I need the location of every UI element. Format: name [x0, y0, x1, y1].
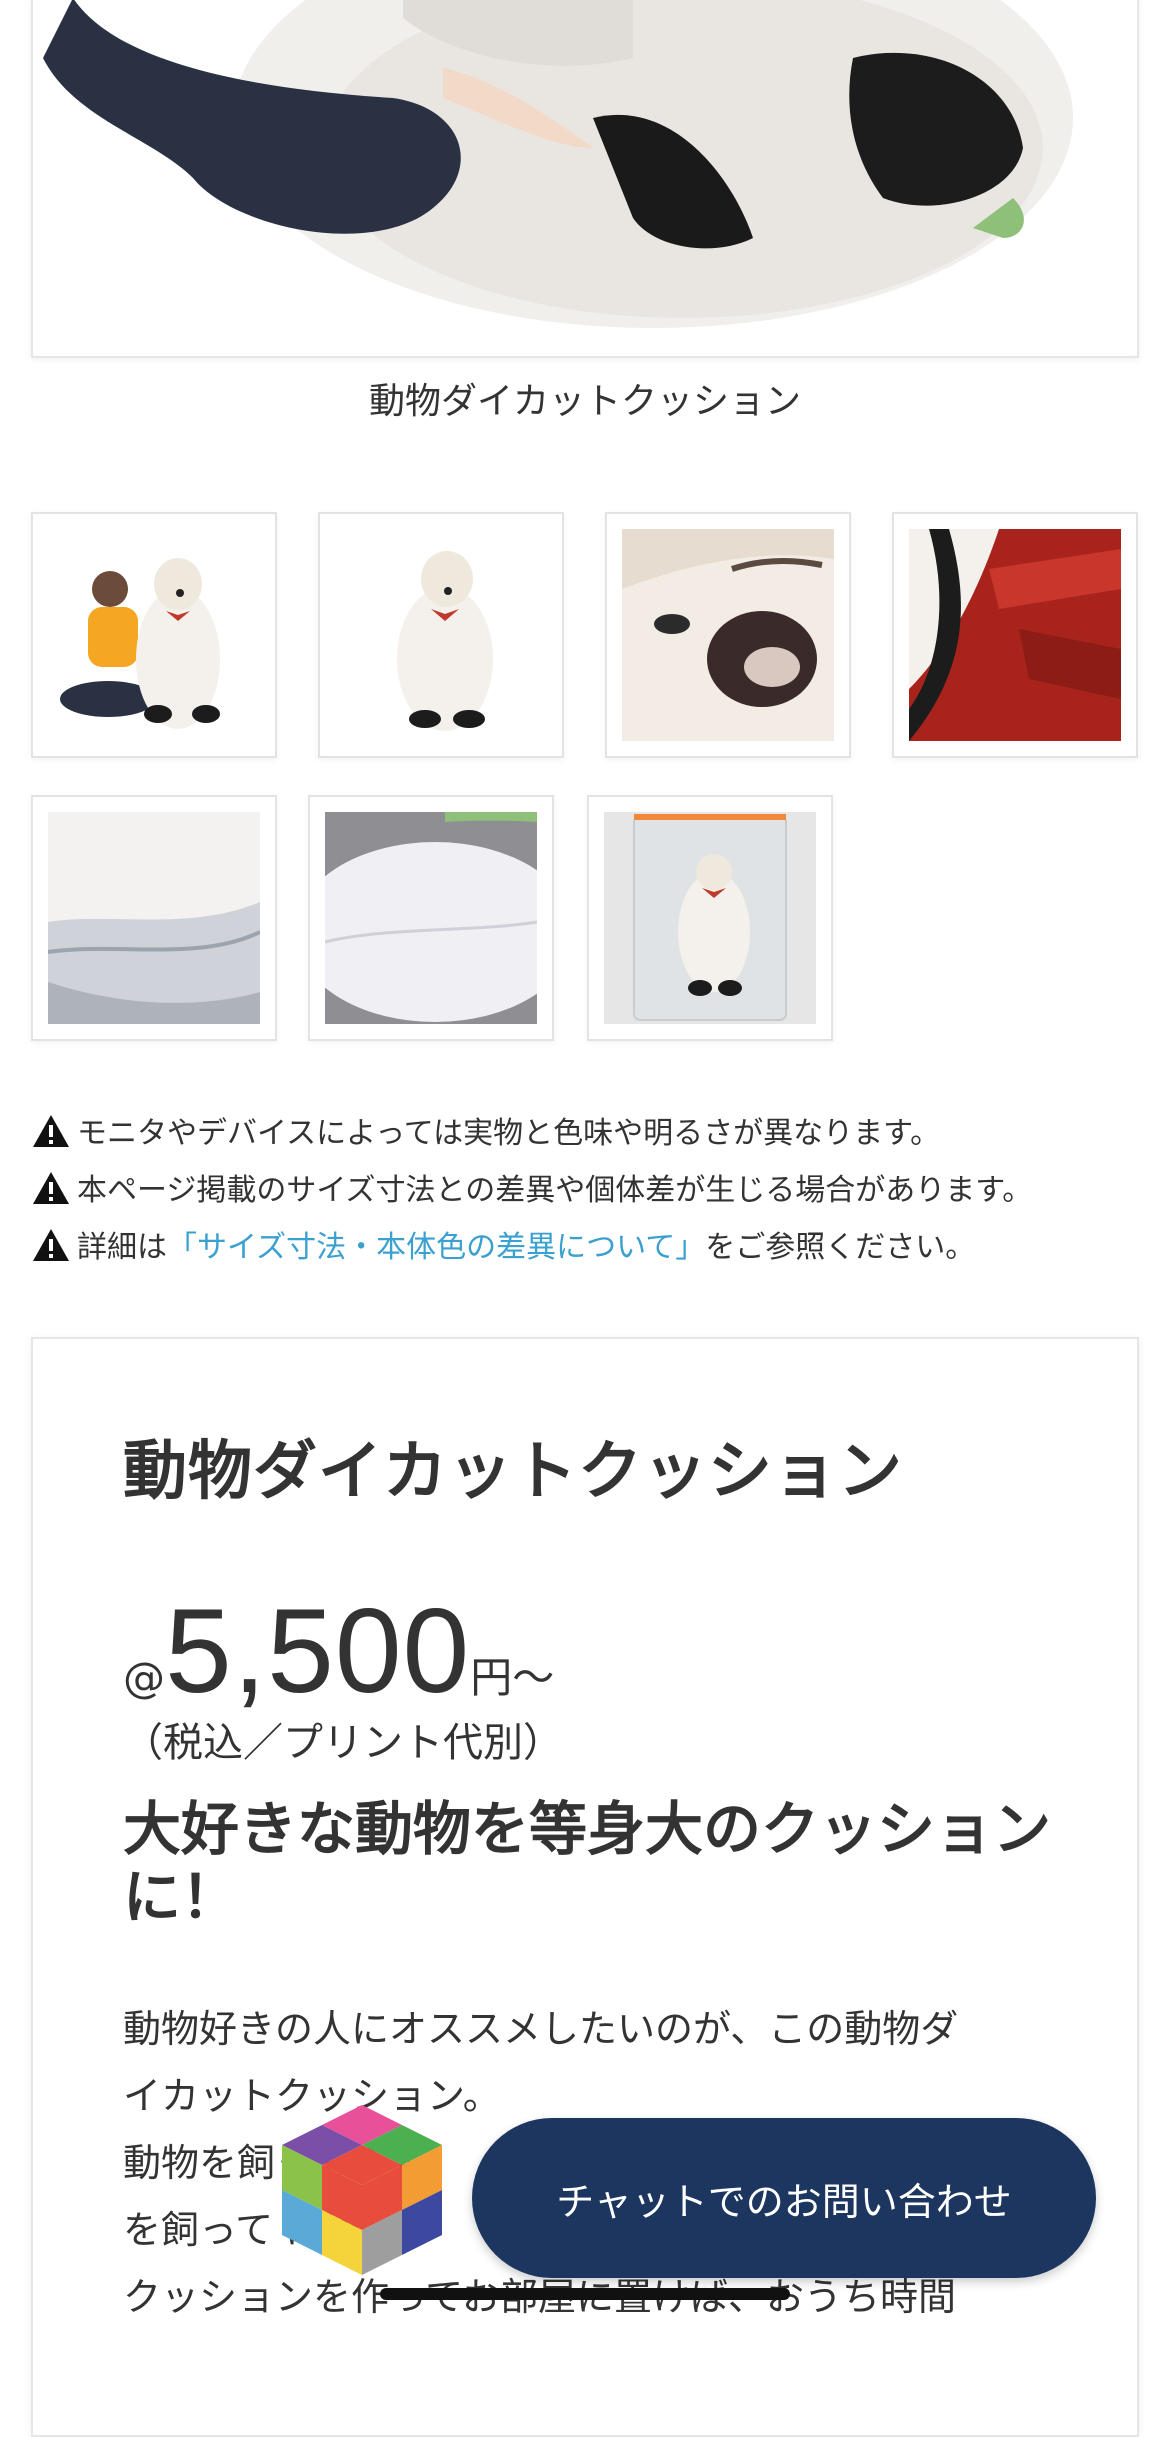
notice-suffix: をご参照ください。 [705, 1230, 976, 1265]
chat-inquiry-button[interactable]: チャットでのお問い合わせ [472, 2118, 1096, 2278]
thumbnail-4[interactable] [892, 512, 1138, 758]
price: @5,500円〜 [123, 1582, 554, 1720]
warning-icon [33, 1115, 69, 1147]
thumbnail-person-with-dog-image [48, 529, 260, 741]
notice-text: モニタやデバイスによっては実物と色味や明るさが異なります。 [77, 1116, 941, 1151]
price-at-symbol: @ [123, 1653, 165, 1702]
notice-prefix: 詳細は [77, 1230, 167, 1265]
warning-icon [33, 1229, 69, 1261]
thumbnail-3[interactable] [605, 512, 851, 758]
product-headline: 大好きな動物を等身大のクッションに！ [123, 1795, 1052, 1931]
thumbnail-5[interactable] [31, 795, 277, 1041]
thumbnail-7[interactable] [587, 795, 833, 1041]
home-indicator [380, 2288, 790, 2300]
main-product-image[interactable] [31, 0, 1139, 358]
price-value: 5,500 [165, 1584, 471, 1718]
main-image-caption: 動物ダイカットクッション [368, 381, 801, 422]
thumbnail-cushion-edge-image [48, 812, 260, 1024]
warning-icon [33, 1172, 69, 1204]
notice-color-difference: モニタやデバイスによっては実物と色味や明るさが異なります。 [31, 1108, 940, 1152]
description-line: 動物好きの人にオススメしたいのが、この動物ダ [123, 2007, 959, 2051]
product-title: 動物ダイカットクッション [123, 1435, 903, 1509]
notice-text: 本ページ掲載のサイズ寸法との差異や個体差が生じる場合があります。 [77, 1173, 1033, 1208]
chat-cube-logo-icon[interactable] [272, 2100, 452, 2290]
notice-size-difference: 本ページ掲載のサイズ寸法との差異や個体差が生じる場合があります。 [31, 1165, 1032, 1209]
thumbnail-dog-cushion-image [335, 529, 547, 741]
price-unit: 円〜 [470, 1653, 555, 1702]
chat-button-label: チャットでのお問い合わせ [556, 2179, 1012, 2224]
thumbnail-packaged-cushion-image [604, 812, 816, 1024]
thumbnail-6[interactable] [308, 795, 554, 1041]
size-difference-link[interactable]: 「サイズ寸法・本体色の差異について」 [167, 1230, 705, 1265]
thumbnail-1[interactable] [31, 512, 277, 758]
notice-details: 詳細は「サイズ寸法・本体色の差異について」をご参照ください。 [31, 1222, 975, 1266]
main-image-photo [33, 0, 1137, 356]
thumbnail-cushion-back-image [325, 812, 537, 1024]
thumbnail-2[interactable] [318, 512, 564, 758]
price-note: （税込／プリント代別） [123, 1720, 563, 1766]
thumbnail-red-bow-image [909, 529, 1121, 741]
thumbnail-dog-face-image [622, 529, 834, 741]
